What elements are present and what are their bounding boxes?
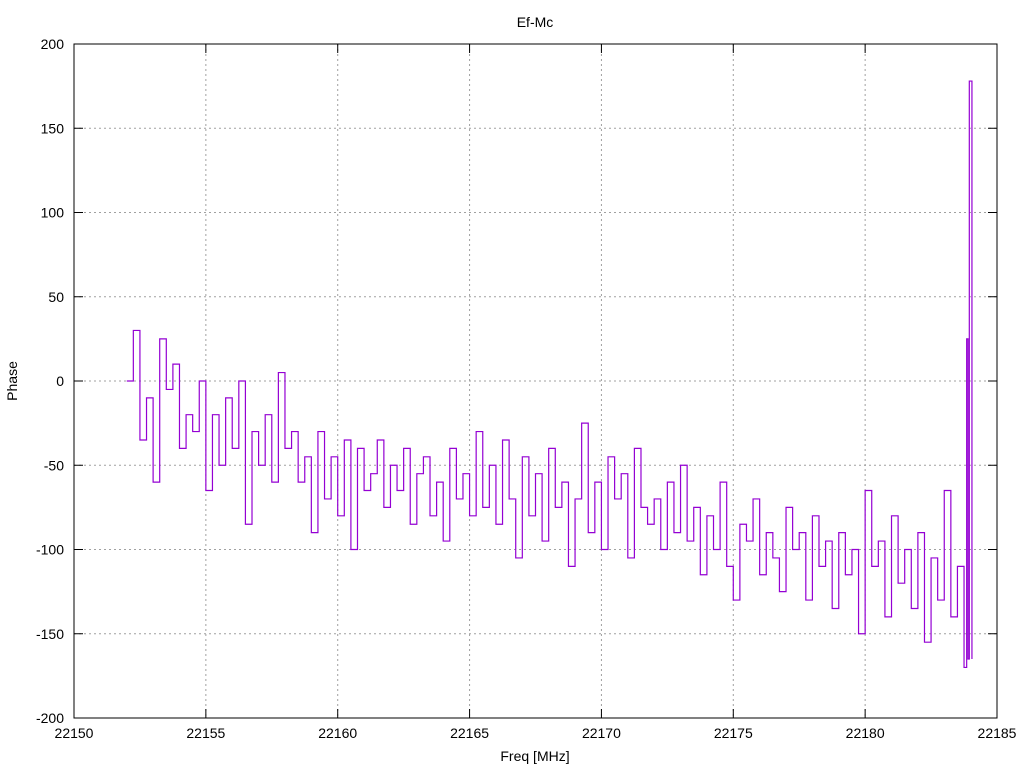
- x-tick-label: 22180: [846, 725, 885, 741]
- x-tick-label: 22150: [55, 725, 94, 741]
- y-tick-label: 200: [41, 36, 65, 52]
- x-tick-label: 22175: [714, 725, 753, 741]
- x-tick-label: 22185: [978, 725, 1017, 741]
- y-tick-label: -50: [44, 457, 64, 473]
- y-tick-label: 50: [48, 289, 64, 305]
- x-axis-label: Freq [MHz]: [500, 748, 569, 764]
- x-tick-label: 22165: [450, 725, 489, 741]
- series-line: [126, 80, 973, 669]
- chart-title: Ef-Mc: [517, 14, 554, 30]
- phase-chart: Ef-Mc 22150 22155 22160 22165 22170 22175 2218…: [4, 14, 1017, 764]
- y-tick-label: 100: [41, 205, 65, 221]
- y-tick-label: -100: [36, 542, 64, 558]
- axis-ticks: 22150 22155 22160 22165 22170 22175 22180 22185…: [36, 36, 1017, 741]
- x-tick-label: 22160: [318, 725, 357, 741]
- y-tick-label: -200: [36, 710, 64, 726]
- y-tick-label: -150: [36, 626, 64, 642]
- y-axis-label: Phase: [4, 361, 20, 401]
- x-tick-label: 22155: [186, 725, 225, 741]
- series: [126, 80, 973, 669]
- y-tick-label: 0: [56, 373, 64, 389]
- y-tick-label: 150: [41, 120, 65, 136]
- x-tick-label: 22170: [582, 725, 621, 741]
